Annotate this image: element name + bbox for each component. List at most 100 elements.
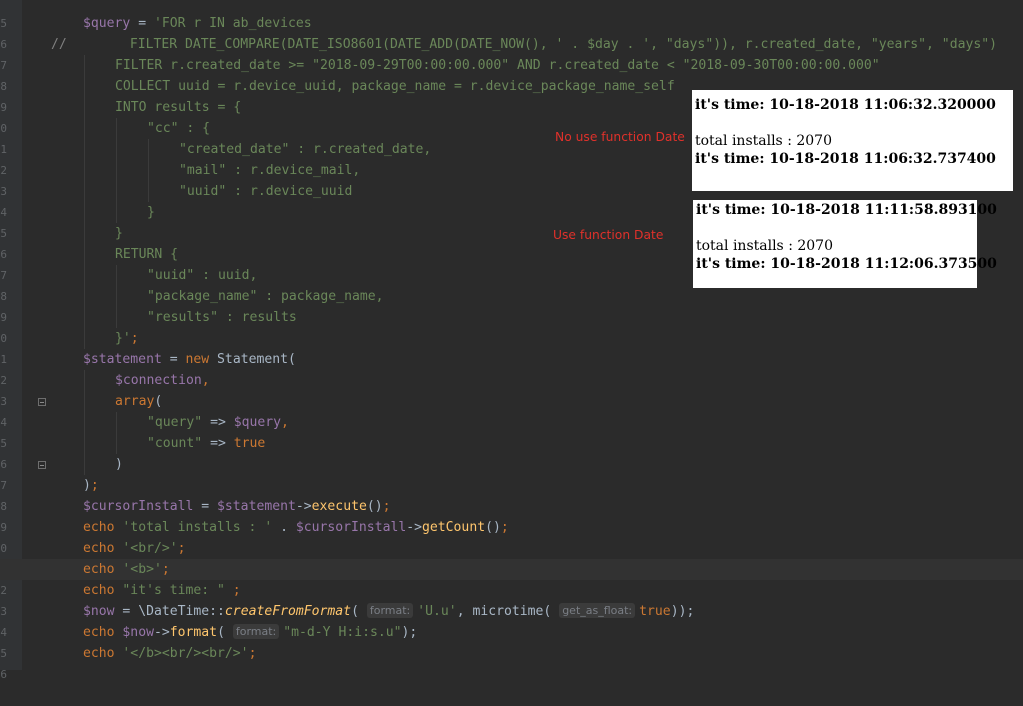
code-token: , microtime( bbox=[456, 604, 552, 619]
code-token: }' bbox=[115, 331, 131, 346]
output-line: it's time: 10-18-2018 11:11:58.893100 bbox=[696, 202, 997, 218]
code-token: FILTER DATE_COMPARE(DATE_ISO8601(DATE_AD… bbox=[66, 37, 997, 52]
annotation-no-use-date: No use function Date bbox=[555, 130, 685, 144]
code-token: '<b>' bbox=[122, 562, 162, 577]
code-token: , bbox=[281, 415, 289, 430]
code-token: getCount bbox=[422, 520, 486, 535]
code-token: format bbox=[169, 625, 218, 640]
code-token: 'FOR r IN ab_devices bbox=[153, 16, 312, 31]
code-token: ; bbox=[130, 331, 139, 346]
code-token: '<br/>' bbox=[122, 541, 178, 556]
code-token: -> bbox=[153, 625, 170, 640]
code-token: $connection bbox=[115, 373, 202, 388]
code-token: "uuid" : uuid, bbox=[147, 268, 258, 283]
output-line: it's time: 10-18-2018 11:12:06.373500 bbox=[696, 256, 997, 272]
code-token: "package_name" : package_name, bbox=[147, 289, 384, 304]
code-token: $query bbox=[83, 16, 131, 31]
code-token: echo bbox=[83, 583, 123, 598]
code-token: } bbox=[115, 226, 123, 241]
code-line: echo '</b><br/><br/>'; bbox=[0, 643, 1023, 664]
code-line: }'; bbox=[0, 328, 1023, 349]
code-line: ) bbox=[0, 454, 1023, 475]
code-token: ; bbox=[382, 499, 391, 514]
output-line: it's time: 10-18-2018 11:06:32.320000 bbox=[695, 97, 996, 113]
code-token: echo bbox=[83, 541, 123, 556]
code-line: echo '<br/>'; bbox=[0, 538, 1023, 559]
code-token: Statement( bbox=[217, 352, 296, 367]
code-token: ; bbox=[500, 520, 509, 535]
code-token: "created_date" : r.created_date, bbox=[179, 142, 432, 157]
code-line: FILTER r.created_date >= "2018-09-29T00:… bbox=[0, 55, 1023, 76]
code-token: 'U.u' bbox=[417, 604, 457, 619]
code-token: $cursorInstall bbox=[83, 499, 194, 514]
code-token: $now bbox=[83, 604, 115, 619]
code-token: INTO results = { bbox=[115, 100, 242, 115]
code-token: createFromFormat bbox=[224, 604, 352, 619]
output-line: total installs : 2070 bbox=[695, 133, 832, 149]
code-token: echo bbox=[83, 625, 123, 640]
code-token: ; bbox=[224, 583, 241, 598]
code-line: "count" => true bbox=[0, 433, 1023, 454]
output-line: total installs : 2070 bbox=[696, 238, 833, 254]
code-token: array bbox=[115, 394, 155, 409]
code-token: $statement bbox=[217, 499, 296, 514]
code-token: = bbox=[130, 16, 154, 31]
annotation-use-date: Use function Date bbox=[553, 228, 664, 242]
code-token: -> bbox=[406, 520, 423, 535]
code-line: "results" : results bbox=[0, 307, 1023, 328]
code-token: "m-d-Y H:i:s.u" bbox=[283, 625, 402, 640]
code-token: => bbox=[202, 415, 234, 430]
code-token: ; bbox=[248, 646, 257, 661]
code-token: "uuid" : r.device_uuid bbox=[179, 184, 353, 199]
parameter-hint: get_as_float: bbox=[559, 603, 636, 618]
code-line: $statement = new Statement( bbox=[0, 349, 1023, 370]
output-line: it's time: 10-18-2018 11:06:32.737400 bbox=[695, 151, 996, 167]
code-token: execute bbox=[311, 499, 367, 514]
code-token: new bbox=[185, 352, 218, 367]
code-token: $cursorInstall bbox=[295, 520, 407, 535]
code-token: () bbox=[366, 499, 383, 514]
code-token: ); bbox=[401, 625, 418, 640]
code-line: echo "it's time: " ; bbox=[0, 580, 1023, 601]
code-token: '</b><br/><br/>' bbox=[122, 646, 249, 661]
code-line: "package_name" : package_name, bbox=[0, 286, 1023, 307]
code-token: ( bbox=[217, 625, 225, 640]
code-token: $now bbox=[122, 625, 154, 640]
code-token: => bbox=[202, 436, 234, 451]
code-token: 'total installs : ' bbox=[122, 520, 273, 535]
code-token: } bbox=[147, 205, 155, 220]
code-line: $connection, bbox=[0, 370, 1023, 391]
code-token: )); bbox=[670, 604, 695, 619]
code-token: "results" : results bbox=[147, 310, 297, 325]
code-token: "it's time: " bbox=[122, 583, 225, 598]
code-token: ( bbox=[351, 604, 359, 619]
code-token: FILTER r.created_date >= "2018-09-29T00:… bbox=[115, 58, 880, 73]
code-token: () bbox=[485, 520, 501, 535]
code-token: ; bbox=[161, 562, 170, 577]
code-line: $query = 'FOR r IN ab_devices bbox=[0, 13, 1023, 34]
code-token: ; bbox=[177, 541, 186, 556]
code-token: ( bbox=[154, 394, 163, 409]
code-token: "mail" : r.device_mail, bbox=[179, 163, 361, 178]
code-token: echo bbox=[83, 646, 123, 661]
code-token: RETURN { bbox=[115, 247, 179, 262]
code-token: true bbox=[639, 604, 671, 619]
code-token: = \DateTime:: bbox=[114, 604, 225, 619]
code-line: echo $now->format( format: "m-d-Y H:i:s.u… bbox=[0, 622, 1023, 643]
code-line: array( bbox=[0, 391, 1023, 412]
output-panel-with-date: it's time: 10-18-2018 11:11:58.893100 to… bbox=[693, 200, 997, 288]
code-token: "query" bbox=[147, 415, 203, 430]
parameter-hint: format: bbox=[366, 603, 414, 618]
current-code-line: echo '<b>'; bbox=[0, 559, 1023, 580]
code-line: "query" => $query, bbox=[0, 412, 1023, 433]
code-token: ; bbox=[90, 478, 99, 493]
code-token: , bbox=[201, 373, 210, 388]
code-token: "count" bbox=[147, 436, 203, 451]
code-token: = bbox=[161, 352, 186, 367]
code-token: ) bbox=[115, 457, 123, 472]
code-token: . bbox=[272, 520, 296, 535]
code-token: "cc" : { bbox=[147, 121, 211, 136]
code-token: -> bbox=[295, 499, 312, 514]
code-line: echo 'total installs : ' . $cursorInstal… bbox=[0, 517, 1023, 538]
code-token: true bbox=[233, 436, 266, 451]
